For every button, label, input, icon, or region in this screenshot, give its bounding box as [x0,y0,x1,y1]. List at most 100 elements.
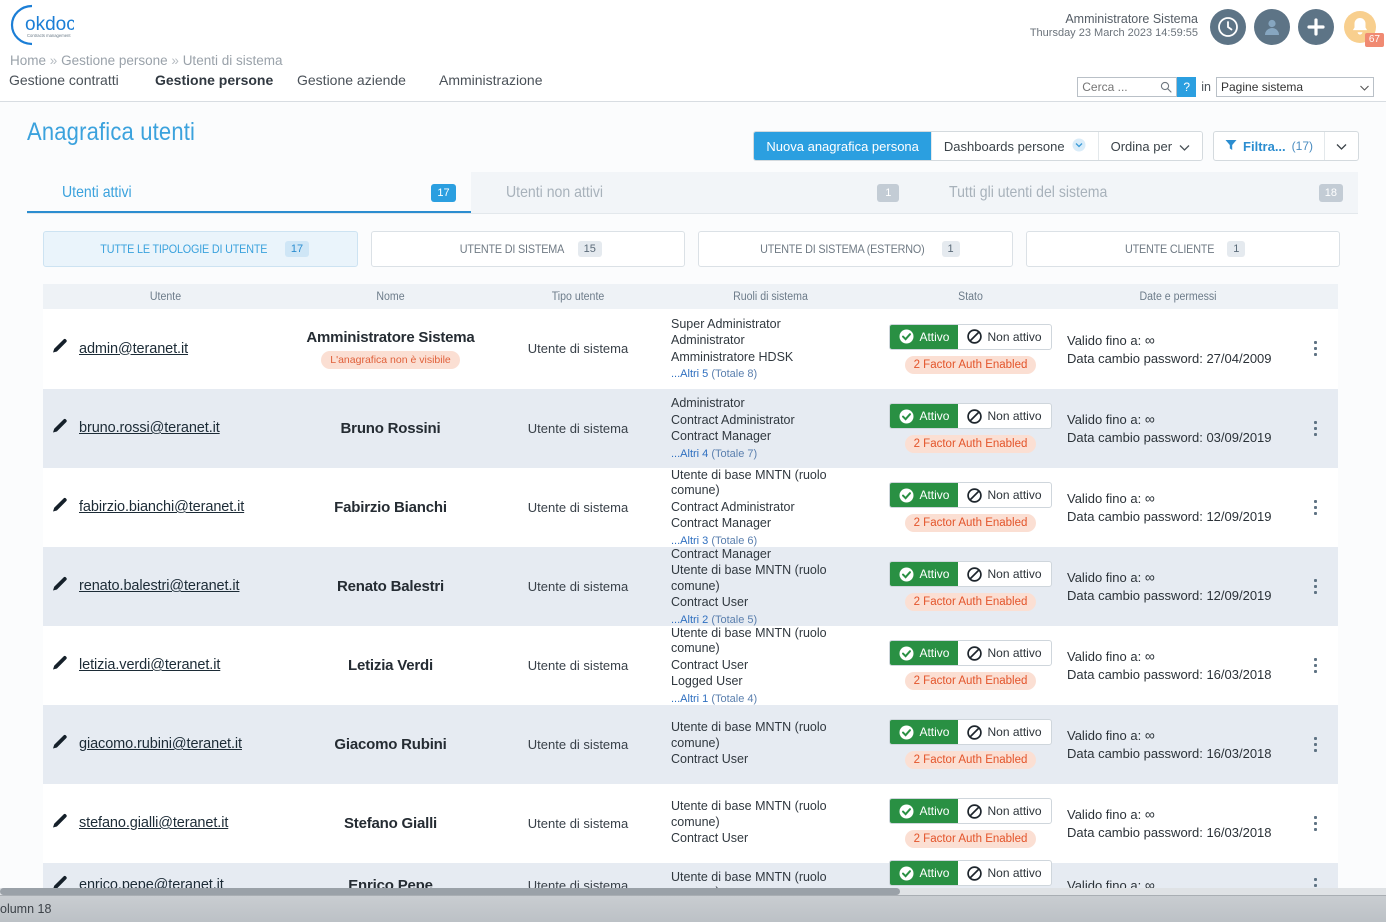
more-roles-link[interactable]: ...Altri 1 (Totale 4) [671,693,878,705]
password-change-line: Data cambio password: 16/03/2018 [1067,667,1293,682]
status-toggle[interactable]: AttivoNon attivo [889,860,1051,886]
row-actions-menu[interactable] [1293,579,1338,594]
role-item: Contract Manager [671,516,878,532]
edit-pencil-icon[interactable] [51,417,69,440]
status-option-non-attivo[interactable]: Non attivo [958,325,1050,349]
nav-item-gestione-persone[interactable]: Gestione persone [155,72,297,88]
user-icon[interactable] [1254,9,1290,45]
breadcrumb-utenti-di-sistema[interactable]: Utenti di sistema [183,53,283,68]
status-option-non-attivo[interactable]: Non attivo [958,720,1050,744]
status-option-attivo[interactable]: Attivo [890,404,958,428]
valid-until-value: ∞ [1145,727,1155,743]
row-actions-menu[interactable] [1293,341,1338,356]
edit-pencil-icon[interactable] [51,575,69,598]
status-option-attivo[interactable]: Attivo [890,562,958,586]
nav-item-amministrazione[interactable]: Amministrazione [439,72,599,88]
table-row[interactable]: stefano.gialli@teranet.itStefano GialliU… [43,784,1338,863]
search-input[interactable] [1078,80,1154,94]
status-option-attivo[interactable]: Attivo [890,483,958,507]
kebab-menu-icon[interactable] [1314,421,1317,436]
type-filter-tutte-le-tipologie[interactable]: TUTTE LE TIPOLOGIE DI UTENTE 17 [43,231,358,267]
horizontal-scrollbar[interactable] [0,888,1386,895]
status-option-attivo[interactable]: Attivo [890,799,958,823]
user-email-link[interactable]: admin@teranet.it [79,341,188,357]
row-actions-menu[interactable] [1293,816,1338,831]
status-toggle[interactable]: AttivoNon attivo [889,482,1051,508]
edit-pencil-icon[interactable] [51,337,69,360]
kebab-menu-icon[interactable] [1314,341,1317,356]
kebab-menu-icon[interactable] [1314,658,1317,673]
table-row[interactable]: renato.balestri@teranet.itRenato Balestr… [43,547,1338,626]
table-row[interactable]: giacomo.rubini@teranet.itGiacomo RubiniU… [43,705,1338,784]
user-email-link[interactable]: letizia.verdi@teranet.it [79,657,220,673]
status-toggle[interactable]: AttivoNon attivo [889,403,1051,429]
status-option-attivo[interactable]: Attivo [890,720,958,744]
nav-item-gestione-contratti[interactable]: Gestione contratti [9,72,155,88]
status-toggle[interactable]: AttivoNon attivo [889,640,1051,666]
user-email-link[interactable]: giacomo.rubini@teranet.it [79,736,242,752]
user-email-link[interactable]: renato.balestri@teranet.it [79,578,239,594]
status-option-attivo[interactable]: Attivo [890,861,958,885]
row-actions-menu[interactable] [1293,421,1338,436]
kebab-menu-icon[interactable] [1314,816,1317,831]
type-filter-utente-cliente[interactable]: UTENTE CLIENTE 1 [1026,231,1341,267]
edit-pencil-icon[interactable] [51,812,69,835]
new-person-button[interactable]: Nuova anagrafica persona [754,132,931,160]
status-option-non-attivo[interactable]: Non attivo [958,641,1050,665]
status-option-non-attivo[interactable]: Non attivo [958,861,1050,885]
type-filter-utente-di-sistema-esterno[interactable]: UTENTE DI SISTEMA (ESTERNO) 1 [698,231,1013,267]
status-toggle[interactable]: AttivoNon attivo [889,798,1051,824]
filter-caret-button[interactable] [1324,132,1358,160]
search-box[interactable] [1077,77,1177,97]
table-row[interactable]: fabirzio.bianchi@teranet.itFabirzio Bian… [43,468,1338,547]
tab-tutti-gli-utenti[interactable]: Tutti gli utenti del sistema 18 [914,172,1358,214]
search-scope-select[interactable]: Pagine sistema [1216,77,1374,97]
search-help-button[interactable]: ? [1177,77,1196,97]
table-row[interactable]: admin@teranet.itAmministratore SistemaL'… [43,309,1338,389]
clock-icon[interactable] [1210,9,1246,45]
edit-pencil-icon[interactable] [51,733,69,756]
table-row[interactable]: bruno.rossi@teranet.itBruno RossiniUtent… [43,389,1338,468]
search-icon[interactable] [1160,81,1172,96]
kebab-menu-icon[interactable] [1314,579,1317,594]
tab-utenti-attivi[interactable]: Utenti attivi 17 [27,172,471,214]
user-email-link[interactable]: stefano.gialli@teranet.it [79,815,228,831]
filter-button[interactable]: Filtra... (17) [1214,132,1324,160]
status-option-attivo[interactable]: Attivo [890,325,958,349]
tab-label: Tutti gli utenti del sistema [949,184,1107,202]
breadcrumb-gestione-persone[interactable]: Gestione persone [61,53,168,68]
user-email-link[interactable]: fabirzio.bianchi@teranet.it [79,499,244,515]
status-toggle[interactable]: AttivoNon attivo [889,719,1051,745]
kebab-menu-icon[interactable] [1314,737,1317,752]
dashboards-dropdown[interactable]: Dashboards persone [931,132,1098,160]
status-option-attivo[interactable]: Attivo [890,641,958,665]
user-email-link[interactable]: bruno.rossi@teranet.it [79,420,220,436]
more-roles-link[interactable]: ...Altri 5 (Totale 8) [671,368,878,380]
plus-icon[interactable] [1298,9,1334,45]
edit-pencil-icon[interactable] [51,496,69,519]
more-roles-link[interactable]: ...Altri 3 (Totale 6) [671,535,878,547]
type-filter-utente-di-sistema[interactable]: UTENTE DI SISTEMA 15 [371,231,686,267]
status-option-non-attivo[interactable]: Non attivo [958,799,1050,823]
nav-item-gestione-aziende[interactable]: Gestione aziende [297,72,439,88]
tab-utenti-non-attivi[interactable]: Utenti non attivi 1 [471,172,915,214]
status-option-non-attivo[interactable]: Non attivo [958,483,1050,507]
roles-total: (Totale 5) [711,614,757,626]
status-toggle[interactable]: AttivoNon attivo [889,324,1051,350]
status-option-non-attivo[interactable]: Non attivo [958,562,1050,586]
kebab-menu-icon[interactable] [1314,500,1317,515]
app-logo[interactable]: okdoc Contracts management [2,2,74,48]
sort-dropdown[interactable]: Ordina per [1098,132,1202,160]
more-roles-link[interactable]: ...Altri 4 (Totale 7) [671,448,878,460]
row-actions-menu[interactable] [1293,737,1338,752]
table-row[interactable]: letizia.verdi@teranet.itLetizia VerdiUte… [43,626,1338,705]
scrollbar-thumb[interactable] [0,888,900,895]
status-toggle[interactable]: AttivoNon attivo [889,561,1051,587]
bell-icon[interactable]: 67 [1342,9,1378,45]
row-actions-menu[interactable] [1293,500,1338,515]
status-option-non-attivo[interactable]: Non attivo [958,404,1050,428]
more-roles-link[interactable]: ...Altri 2 (Totale 5) [671,614,878,626]
row-actions-menu[interactable] [1293,658,1338,673]
edit-pencil-icon[interactable] [51,654,69,677]
breadcrumb-home[interactable]: Home [10,53,46,68]
